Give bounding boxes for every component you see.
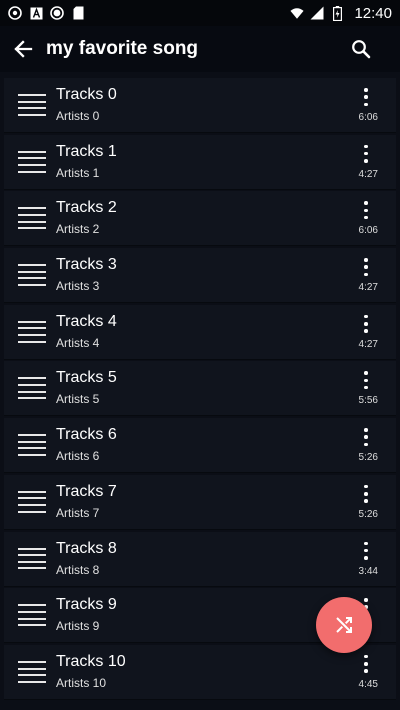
record-icon [50, 6, 64, 20]
track-duration: 4:45 [358, 678, 378, 690]
status-right: 12:40 [290, 5, 392, 22]
drag-handle-icon[interactable] [18, 94, 46, 116]
more-options-icon[interactable] [358, 258, 374, 277]
more-options-icon[interactable] [358, 88, 374, 106]
search-button[interactable] [338, 26, 384, 72]
track-row[interactable]: Tracks 0 Artists 0 6:06 [4, 78, 396, 133]
more-options-icon[interactable] [358, 371, 374, 390]
more-options-icon[interactable] [358, 541, 374, 560]
track-duration: 5:56 [358, 395, 378, 407]
more-options-icon[interactable] [358, 428, 374, 447]
battery-charging-icon [330, 5, 344, 21]
track-artist: Artists 1 [56, 165, 100, 180]
track-title: Tracks 2 [56, 199, 117, 217]
drag-handle-icon[interactable] [18, 264, 46, 287]
wifi-icon [290, 6, 305, 20]
track-title: Tracks 0 [56, 86, 117, 103]
track-duration: 4:27 [358, 282, 378, 294]
drag-handle-icon[interactable] [18, 660, 46, 683]
track-title: Tracks 8 [56, 539, 117, 557]
more-options-icon[interactable] [358, 654, 374, 673]
track-artist: Artists 7 [56, 505, 100, 520]
track-duration: 4:27 [358, 168, 378, 180]
track-row[interactable]: Tracks 2 Artists 2 6:06 [4, 191, 396, 247]
status-bar: 12:40 [0, 0, 400, 26]
track-artist: Artists 3 [56, 279, 100, 294]
arrow-left-icon [14, 40, 33, 58]
track-row[interactable]: Tracks 8 Artists 8 3:44 [4, 531, 396, 587]
track-artist: Artists 0 [56, 109, 100, 123]
drag-handle-icon[interactable] [18, 377, 46, 400]
more-options-icon[interactable] [358, 314, 374, 333]
track-title: Tracks 3 [56, 256, 117, 274]
drag-handle-icon[interactable] [18, 547, 46, 570]
drag-handle-icon[interactable] [18, 434, 46, 457]
app-a-icon [29, 6, 43, 20]
track-row[interactable]: Tracks 1 Artists 1 4:27 [4, 134, 396, 190]
track-artist: Artists 5 [56, 392, 100, 407]
track-artist: Artists 2 [56, 222, 100, 237]
track-artist: Artists 10 [56, 675, 107, 690]
track-artist: Artists 9 [56, 619, 100, 634]
shuffle-icon [336, 617, 352, 633]
track-row[interactable]: Tracks 10 Artists 10 4:45 [4, 644, 396, 700]
toolbar: my favorite song [0, 26, 400, 72]
track-row[interactable]: Tracks 3 Artists 3 4:27 [4, 248, 396, 304]
back-button[interactable] [0, 26, 46, 72]
track-row[interactable]: Tracks 4 Artists 4 4:27 [4, 304, 396, 360]
track-duration: 5:26 [358, 452, 378, 464]
page-title: my favorite song [46, 38, 199, 59]
track-duration: 4:27 [358, 338, 378, 350]
track-duration: 6:06 [358, 225, 378, 237]
track-row[interactable]: Tracks 7 Artists 7 5:26 [4, 474, 396, 530]
track-artist: Artists 6 [56, 449, 100, 464]
drag-handle-icon[interactable] [18, 490, 46, 513]
shuffle-button[interactable] [316, 597, 372, 653]
track-artist: Artists 8 [56, 562, 100, 577]
track-duration: 3:44 [358, 565, 378, 577]
track-duration: 6:06 [358, 112, 378, 123]
track-duration: 5:26 [358, 508, 378, 520]
search-icon [352, 40, 371, 59]
track-title: Tracks 6 [56, 426, 117, 444]
drag-handle-icon[interactable] [18, 150, 46, 173]
drag-handle-icon[interactable] [18, 207, 46, 230]
drag-handle-icon[interactable] [18, 604, 46, 627]
status-time: 12:40 [354, 4, 392, 22]
more-options-icon[interactable] [358, 201, 374, 220]
drag-handle-icon[interactable] [18, 320, 46, 343]
track-title: Tracks 7 [56, 482, 117, 500]
app-icon [8, 6, 22, 20]
status-left [8, 6, 85, 20]
track-title: Tracks 1 [56, 142, 117, 160]
more-options-icon[interactable] [358, 484, 374, 503]
track-title: Tracks 4 [56, 312, 117, 330]
track-title: Tracks 5 [56, 369, 117, 387]
more-options-icon[interactable] [358, 144, 374, 163]
track-title: Tracks 9 [56, 596, 117, 614]
sd-card-icon [71, 6, 85, 20]
track-row[interactable]: Tracks 6 Artists 6 5:26 [4, 418, 396, 474]
track-artist: Artists 4 [56, 335, 100, 350]
track-title: Tracks 10 [56, 652, 126, 670]
track-row[interactable]: Tracks 5 Artists 5 5:56 [4, 361, 396, 417]
signal-icon [310, 6, 324, 20]
